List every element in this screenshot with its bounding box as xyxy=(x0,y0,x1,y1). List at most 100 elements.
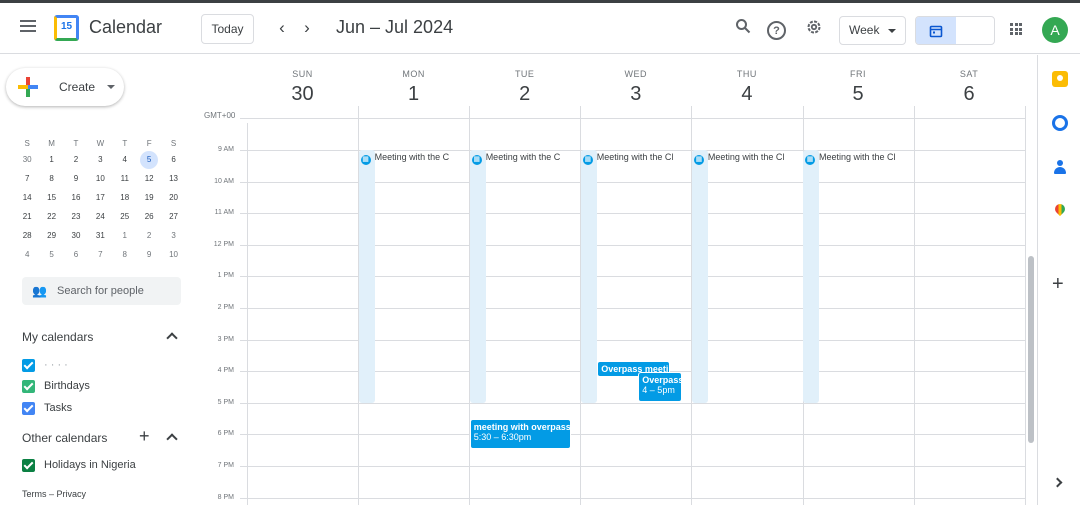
mini-calendar-day[interactable]: 25 xyxy=(113,207,137,226)
mini-calendar-day[interactable]: 13 xyxy=(161,169,185,188)
create-button[interactable]: Create xyxy=(6,68,124,106)
day-number[interactable]: 1 xyxy=(358,83,469,106)
mini-calendar-day[interactable]: 3 xyxy=(88,150,112,169)
settings-gear-icon[interactable] xyxy=(803,18,825,40)
mini-calendar-day[interactable]: 30 xyxy=(15,150,39,169)
mini-calendar-day[interactable]: 31 xyxy=(88,226,112,245)
mini-calendar-day[interactable]: 23 xyxy=(64,207,88,226)
expand-panel-chevron-icon[interactable] xyxy=(1052,477,1063,488)
mini-calendar-day[interactable]: 18 xyxy=(113,188,137,207)
mini-calendar-day[interactable]: 20 xyxy=(161,188,185,207)
time-label: 1 PM xyxy=(217,272,234,280)
day-number[interactable]: 5 xyxy=(803,83,914,106)
day-header-tue[interactable]: TUE 2 xyxy=(469,69,580,106)
help-icon[interactable]: ? xyxy=(767,21,786,40)
mini-calendar-day[interactable]: 7 xyxy=(88,245,112,264)
day-header-sun[interactable]: SUN 30 xyxy=(247,69,358,106)
mini-calendar-day[interactable]: 29 xyxy=(39,226,63,245)
day-number[interactable]: 4 xyxy=(691,83,802,106)
mini-calendar-day[interactable]: 6 xyxy=(161,150,185,169)
collapse-my-calendars-icon[interactable] xyxy=(166,332,178,344)
day-divider xyxy=(913,106,915,505)
mini-calendar-day[interactable]: 5 xyxy=(137,150,161,169)
mini-calendar-day[interactable]: 1 xyxy=(113,226,137,245)
checkbox-icon[interactable] xyxy=(22,459,35,472)
previous-week-icon[interactable]: ‹ xyxy=(273,18,291,38)
terms-privacy-links[interactable]: Terms – Privacy xyxy=(22,489,86,499)
calendar-mode-icon[interactable] xyxy=(916,17,956,44)
mini-calendar-day[interactable]: 27 xyxy=(161,207,185,226)
day-header-mon[interactable]: MON 1 xyxy=(358,69,469,106)
apps-grid-icon[interactable] xyxy=(1010,23,1024,37)
mini-calendar-day[interactable]: 24 xyxy=(88,207,112,226)
mini-calendar-day[interactable]: 9 xyxy=(64,169,88,188)
client-meeting-event[interactable]: ▦ Meeting with the C xyxy=(358,150,449,403)
date-range-title: Jun – Jul 2024 xyxy=(336,17,454,37)
day-number: 7 xyxy=(98,250,103,259)
mini-calendar-day[interactable]: 2 xyxy=(64,150,88,169)
mini-calendar-day[interactable]: 3 xyxy=(161,226,185,245)
search-icon[interactable] xyxy=(732,18,754,40)
day-number: 20 xyxy=(169,193,178,202)
day-number[interactable]: 30 xyxy=(247,83,358,106)
account-avatar[interactable]: A xyxy=(1042,17,1068,43)
mini-calendar-day[interactable]: 10 xyxy=(161,245,185,264)
checkbox-icon[interactable] xyxy=(22,380,35,393)
mini-calendar-day[interactable]: 28 xyxy=(15,226,39,245)
view-select-dropdown[interactable]: Week xyxy=(839,16,906,45)
keep-icon[interactable] xyxy=(1052,71,1068,87)
mini-calendar-day[interactable]: 9 xyxy=(137,245,161,264)
mini-calendar-day[interactable]: 14 xyxy=(15,188,39,207)
mini-calendar-day[interactable]: 8 xyxy=(39,169,63,188)
day-header-wed[interactable]: WED 3 xyxy=(580,69,691,106)
collapse-other-calendars-icon[interactable] xyxy=(166,433,178,445)
event-time: 5:30 – 6:30pm xyxy=(473,431,532,442)
add-calendar-icon[interactable]: + xyxy=(139,426,150,447)
tasks-icon[interactable] xyxy=(1052,115,1068,131)
mini-calendar-day[interactable]: 5 xyxy=(39,245,63,264)
next-week-icon[interactable]: › xyxy=(298,18,316,38)
time-label: 4 PM xyxy=(217,367,234,375)
mini-calendar-day[interactable]: 21 xyxy=(15,207,39,226)
mini-calendar-day[interactable]: 4 xyxy=(113,150,137,169)
mini-calendar-day[interactable]: 22 xyxy=(39,207,63,226)
client-meeting-event[interactable]: ▦ Meeting with the Cl xyxy=(803,150,896,403)
maps-icon[interactable] xyxy=(1052,204,1068,220)
overpass-meeting-event[interactable]: Overpass 4 – 5pm xyxy=(638,372,683,403)
mini-calendar-day[interactable]: 15 xyxy=(39,188,63,207)
mini-calendar-day[interactable]: 8 xyxy=(113,245,137,264)
mini-calendar-day[interactable]: 12 xyxy=(137,169,161,188)
contacts-icon[interactable] xyxy=(1052,159,1068,175)
day-header-fri[interactable]: FRI 5 xyxy=(803,69,914,106)
event-calendar-icon: ▦ xyxy=(693,155,704,165)
grid-scrollbar[interactable] xyxy=(1028,256,1034,443)
mini-calendar-day[interactable]: 10 xyxy=(88,169,112,188)
today-button[interactable]: Today xyxy=(201,14,254,44)
checkbox-icon[interactable] xyxy=(22,402,35,415)
mini-calendar-day[interactable]: 17 xyxy=(88,188,112,207)
day-header-sat[interactable]: SAT 6 xyxy=(914,69,1025,106)
day-of-week: FRI xyxy=(850,69,866,79)
mini-calendar-day[interactable]: 11 xyxy=(113,169,137,188)
search-people-input[interactable]: 👥 Search for people xyxy=(22,277,181,305)
day-number[interactable]: 3 xyxy=(580,83,691,106)
mini-calendar-day[interactable]: 4 xyxy=(15,245,39,264)
mini-calendar-day[interactable]: 1 xyxy=(39,150,63,169)
day-header-thu[interactable]: THU 4 xyxy=(691,69,802,106)
day-number[interactable]: 6 xyxy=(914,83,1025,106)
day-number[interactable]: 2 xyxy=(469,83,580,106)
mini-calendar-day[interactable]: 16 xyxy=(64,188,88,207)
mini-calendar-day[interactable]: 19 xyxy=(137,188,161,207)
client-meeting-event[interactable]: ▦ Meeting with the C xyxy=(469,150,560,403)
client-meeting-event[interactable]: ▦ Meeting with the Cl xyxy=(691,150,784,403)
checkbox-icon[interactable] xyxy=(22,359,35,372)
mini-calendar-day[interactable]: 6 xyxy=(64,245,88,264)
mini-calendar-day[interactable]: 7 xyxy=(15,169,39,188)
mini-calendar-day[interactable]: 30 xyxy=(64,226,88,245)
client-meeting-event[interactable]: ▦ Meeting with the Cl xyxy=(580,150,673,403)
main-menu-icon[interactable] xyxy=(17,17,39,37)
mini-calendar-day[interactable]: 26 xyxy=(137,207,161,226)
get-addons-plus-icon[interactable]: + xyxy=(1052,273,1064,296)
mini-calendar-day[interactable]: 2 xyxy=(137,226,161,245)
overpass-meeting-event[interactable]: meeting with overpass 5:30 – 6:30pm xyxy=(469,418,571,449)
